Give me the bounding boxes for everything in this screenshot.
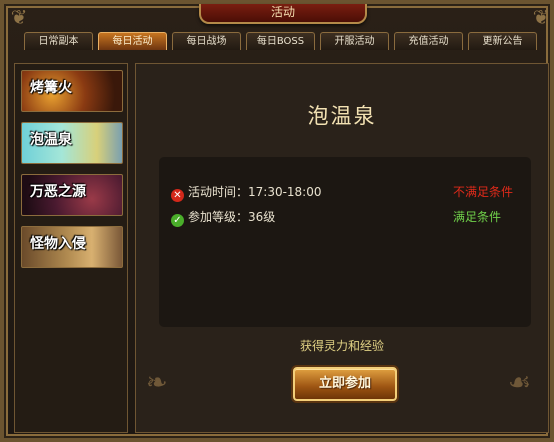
corner-ornament-icon: ❦ [532,5,550,29]
event-monster-invasion[interactable]: 怪物入侵 [21,226,123,268]
condition-status-unmet: 不满足条件 [452,185,513,199]
check-icon: ✓ [171,214,184,227]
condition-status-met: 满足条件 [452,210,501,224]
condition-label: 参加等级：36级 [188,210,276,224]
condition-label: 活动时间：17:30-18:00 [188,185,322,199]
tab-update-notes[interactable]: 更新公告 [468,32,537,50]
tab-recharge[interactable]: 充值活动 [394,32,463,50]
flourish-ornament-icon: ❧ [146,368,168,398]
event-campfire[interactable]: 烤篝火 [21,70,123,112]
event-source-of-evil[interactable]: 万恶之源 [21,174,123,216]
tab-daily-activity[interactable]: 每日活动 [98,32,167,50]
condition-row-level: ✓ 参加等级：36级 [171,208,275,227]
reward-text: 获得灵力和经验 [299,339,384,353]
cross-icon: ✕ [171,189,184,202]
join-now-button[interactable]: 立即参加 [293,367,397,401]
activity-window: ❦ ❦ 活动 日常副本 每日活动 每日战场 每日BOSS 开服活动 充值活动 更… [0,0,554,442]
event-list: 烤篝火 泡温泉 万恶之源 怪物入侵 [14,63,128,433]
flourish-ornament-icon: ☙ [508,368,532,398]
tab-server-opening[interactable]: 开服活动 [320,32,389,50]
event-title: 泡温泉 [307,104,377,128]
tab-daily-battlefield[interactable]: 每日战场 [172,32,241,50]
conditions-box: ✕ 活动时间：17:30-18:00 不满足条件 ✓ 参加等级：36级 满足条件 [159,157,531,327]
event-detail-panel: 泡温泉 ✕ 活动时间：17:30-18:00 不满足条件 ✓ 参加等级：36级 满足… [135,63,549,433]
corner-ornament-icon: ❦ [10,5,28,29]
window-title: 活动 [199,4,367,24]
event-hot-spring[interactable]: 泡温泉 [21,122,123,164]
tab-daily-boss[interactable]: 每日BOSS [246,32,315,50]
tab-daily-dungeon[interactable]: 日常副本 [24,32,93,50]
condition-row-time: ✕ 活动时间：17:30-18:00 [171,183,322,202]
